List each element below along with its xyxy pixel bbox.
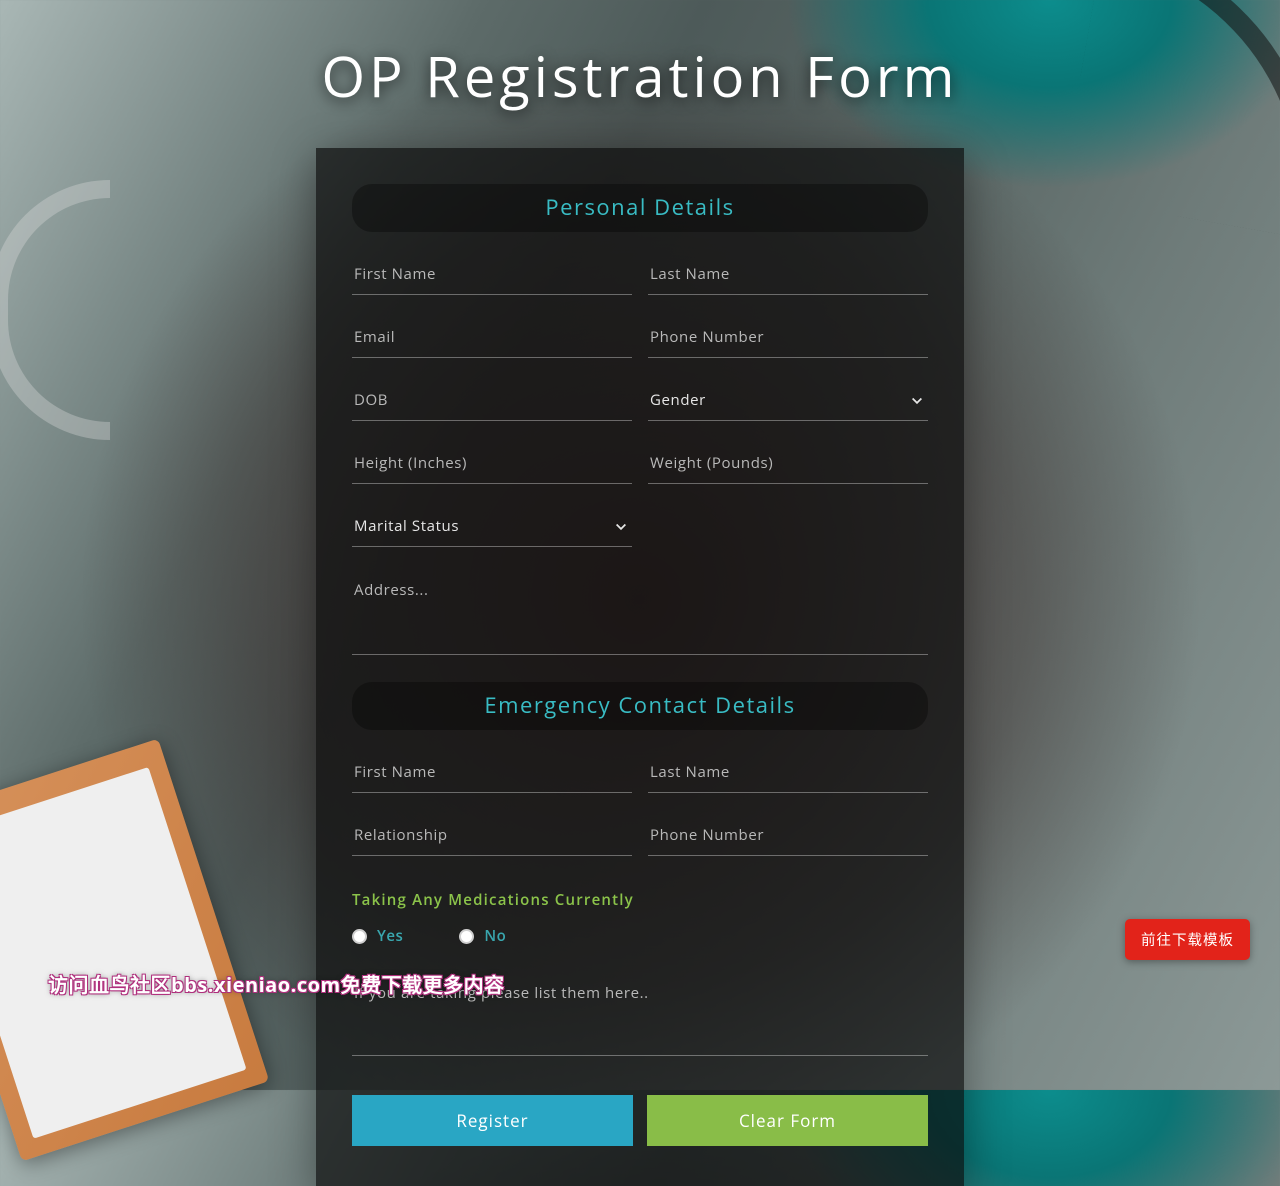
- email-field[interactable]: [352, 317, 632, 358]
- relationship-field[interactable]: [352, 815, 632, 856]
- phone-field[interactable]: [648, 317, 928, 358]
- medications-no-label: No: [484, 926, 506, 946]
- first-name-field[interactable]: [352, 254, 632, 295]
- medications-yes-option[interactable]: Yes: [352, 926, 403, 946]
- register-button[interactable]: Register: [352, 1095, 633, 1146]
- clipboard-decor: [0, 739, 269, 1162]
- medications-question: Taking Any Medications Currently: [352, 890, 928, 910]
- last-name-field[interactable]: [648, 254, 928, 295]
- stethoscope-decor: [0, 180, 110, 440]
- gender-select[interactable]: Gender: [648, 380, 928, 421]
- watermark-text: 访问血鸟社区bbs.xieniao.com免费下载更多内容: [48, 969, 505, 998]
- emergency-phone-field[interactable]: [648, 815, 928, 856]
- medications-radio-group: Yes No: [352, 926, 928, 946]
- medications-no-radio[interactable]: [459, 929, 474, 944]
- clear-form-button[interactable]: Clear Form: [647, 1095, 928, 1146]
- medications-yes-radio[interactable]: [352, 929, 367, 944]
- section-header-personal: Personal Details: [352, 184, 928, 232]
- medications-yes-label: Yes: [377, 926, 403, 946]
- weight-field[interactable]: [648, 443, 928, 484]
- medications-no-option[interactable]: No: [459, 926, 506, 946]
- registration-form: Personal Details Gender: [316, 148, 964, 1186]
- dob-field[interactable]: [352, 380, 632, 421]
- download-template-button[interactable]: 前往下载模板: [1125, 919, 1250, 960]
- page-title: OP Registration Form: [0, 0, 1280, 114]
- emergency-last-name-field[interactable]: [648, 752, 928, 793]
- section-header-emergency: Emergency Contact Details: [352, 682, 928, 730]
- marital-status-select[interactable]: Marital Status: [352, 506, 632, 547]
- emergency-first-name-field[interactable]: [352, 752, 632, 793]
- address-field[interactable]: [352, 569, 928, 655]
- height-field[interactable]: [352, 443, 632, 484]
